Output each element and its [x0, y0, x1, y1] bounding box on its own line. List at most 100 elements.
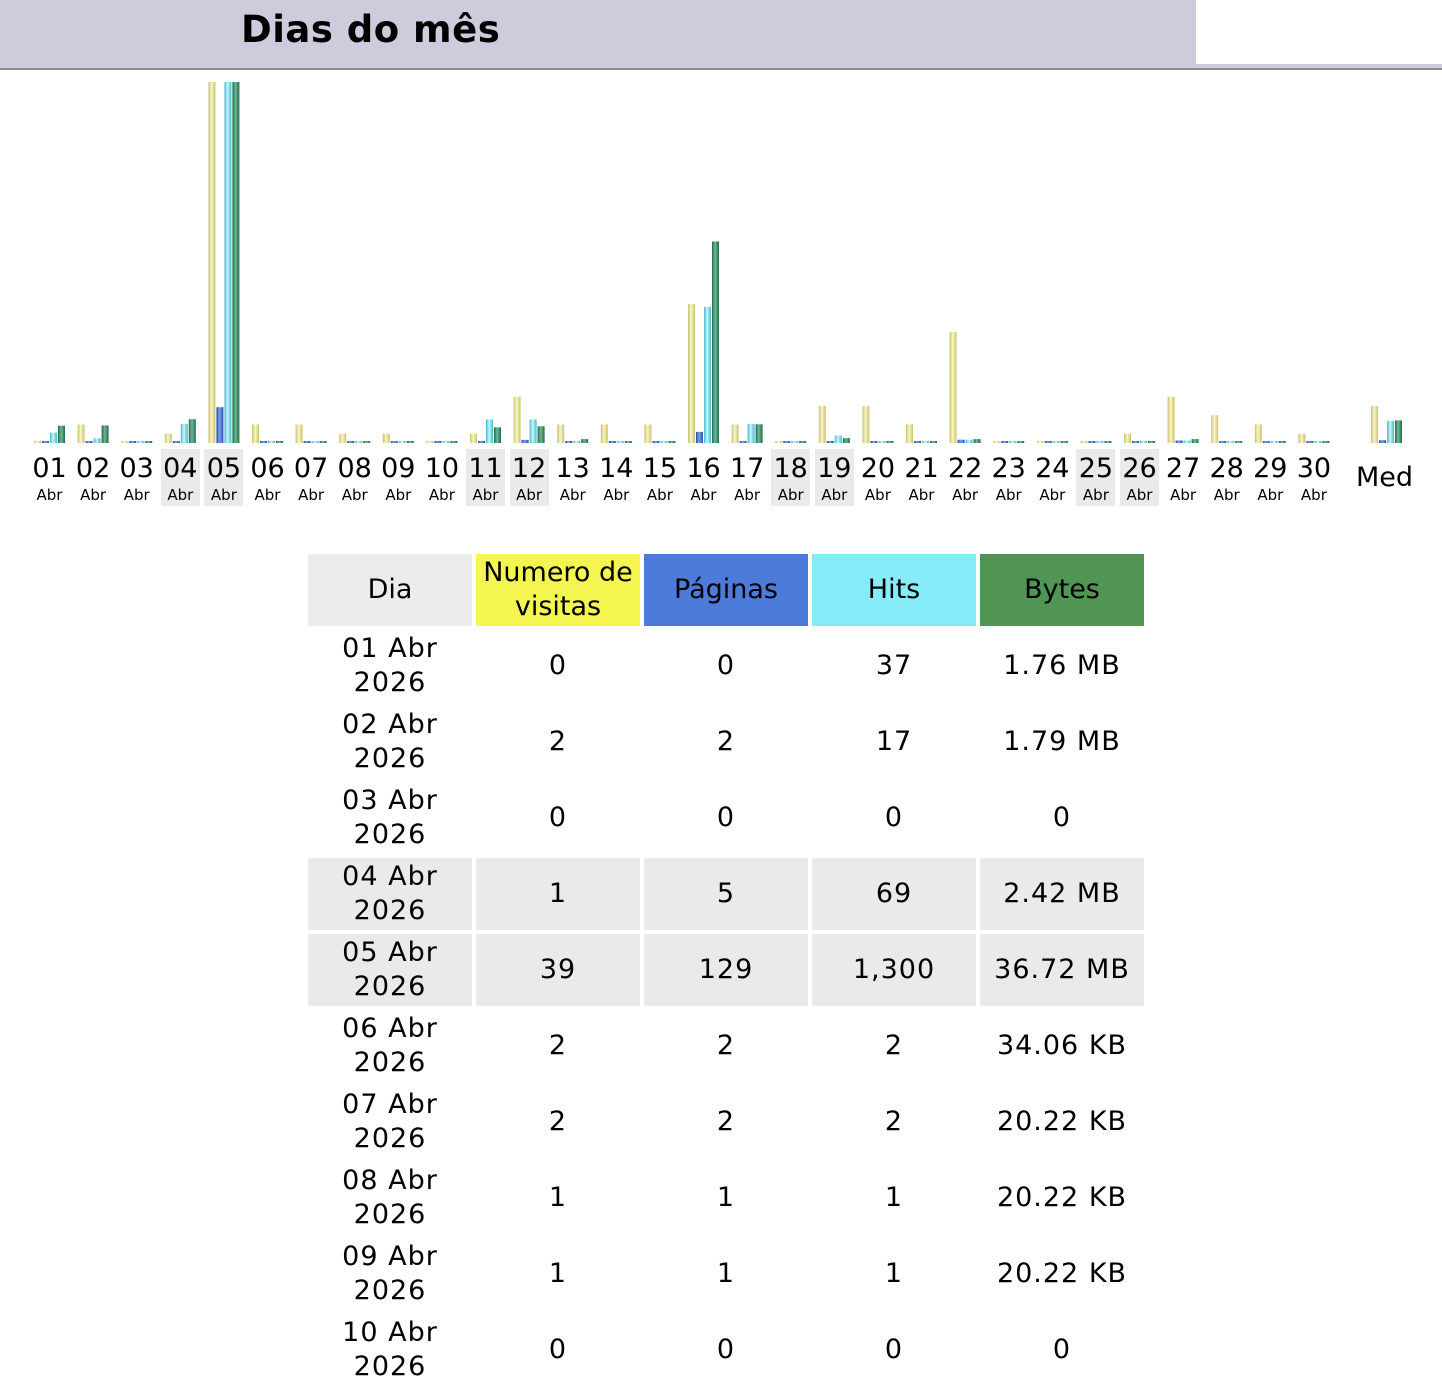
cell-day: 02 Abr 2026	[342, 709, 438, 774]
day-label-19: 19 Abr	[814, 449, 854, 506]
bar-pages-25	[1088, 441, 1096, 443]
bar-pages-23	[1001, 441, 1009, 443]
bar-pages-16	[696, 431, 703, 443]
cell-hits: 17	[875, 726, 913, 757]
bar-hits-27	[1183, 440, 1191, 443]
bar-visits-05	[208, 82, 216, 443]
bar-bytes-17	[755, 424, 763, 443]
table-row: 03 Abr 2026 0 0 0 0	[308, 782, 1144, 854]
day-label-number: 06	[250, 453, 285, 484]
bar-pages-24	[1044, 441, 1052, 443]
bar-bytes-02	[101, 425, 109, 443]
bar-visits-09	[382, 433, 390, 443]
cell-day: 01 Abr 2026	[342, 633, 438, 698]
average-label: Med	[1356, 462, 1414, 493]
cell-hits: 1	[884, 1182, 904, 1213]
bar-visits-01	[34, 441, 41, 443]
bar-bytes-30	[1322, 441, 1330, 443]
bar-bytes-22	[973, 439, 981, 443]
day-label-number: 25	[1078, 453, 1114, 484]
bar-hits-29	[1270, 441, 1278, 443]
bar-hits-11	[486, 419, 493, 443]
day-label-number: 13	[555, 453, 590, 484]
cell-day: 10 Abr 2026	[342, 1317, 438, 1382]
bar-hits-05	[224, 82, 232, 443]
table-row: 01 Abr 2026 0 0 37 1.76 MB	[308, 630, 1144, 702]
bar-bytes-21	[930, 441, 937, 443]
day-label-30: 30 Abr	[1294, 449, 1333, 506]
bar-bytes-13	[581, 439, 589, 443]
day-label-number: 17	[729, 453, 765, 484]
bar-bytes-11	[494, 427, 501, 443]
day-label-month: Abr	[952, 486, 979, 504]
bar-pages-01	[42, 441, 49, 443]
bar-pages-27	[1175, 440, 1183, 443]
day-label-month: Abr	[1039, 486, 1066, 504]
day-label-month: Abr	[1170, 486, 1197, 504]
day-label-25: 25 Abr	[1076, 449, 1116, 506]
bar-pages-20	[870, 441, 878, 443]
bar-bytes-12	[537, 426, 545, 443]
bar-hits-22	[965, 439, 973, 443]
bar-bytes-03	[145, 441, 153, 443]
bar-bytes-06	[276, 441, 283, 443]
bar-bytes-26	[1148, 441, 1155, 443]
bar-hits-09	[398, 441, 406, 443]
cell-day: 09 Abr 2026	[342, 1241, 438, 1306]
day-label-number: 27	[1165, 453, 1201, 484]
day-label-number: 20	[860, 453, 896, 484]
cell-visits: 2	[548, 1030, 568, 1061]
chart-bars	[34, 82, 1402, 443]
bar-visits-22	[949, 331, 957, 443]
cell-day: 07 Abr 2026	[342, 1089, 438, 1154]
day-label-month: Abr	[908, 486, 935, 504]
bar-hits-Med	[1387, 420, 1394, 443]
bar-pages-07	[303, 441, 311, 443]
cell-visits: 2	[548, 1106, 568, 1137]
bar-bytes-29	[1278, 441, 1286, 443]
day-label-number: 21	[904, 453, 939, 484]
bar-pages-08	[347, 441, 355, 443]
cell-bytes: 1.79 MB	[1003, 726, 1121, 757]
daily-bar-chart	[34, 82, 1402, 443]
bar-visits-16	[688, 304, 695, 443]
bar-visits-Med	[1371, 406, 1378, 443]
bar-pages-26	[1132, 441, 1139, 443]
cell-day: 05 Abr 2026	[308, 934, 472, 1006]
day-label-number: 22	[947, 453, 983, 484]
bar-visits-21	[906, 424, 913, 443]
bar-bytes-16	[712, 241, 719, 443]
bar-hits-07	[311, 441, 319, 443]
table-row: 05 Abr 2026 39 129 1,300 36.72 MB	[308, 934, 1144, 1006]
day-label-month: Abr	[559, 486, 586, 504]
day-label-month: Abr	[254, 486, 281, 504]
bar-pages-30	[1306, 441, 1314, 443]
day-label-month: Abr	[821, 486, 848, 504]
day-label-11: 11 Abr	[466, 449, 505, 506]
day-label-month: Abr	[1257, 486, 1284, 504]
bar-visits-26	[1124, 433, 1131, 443]
bar-visits-27	[1167, 396, 1175, 443]
bar-hits-19	[834, 435, 842, 443]
bar-visits-29	[1254, 424, 1262, 443]
bar-bytes-24	[1060, 441, 1068, 443]
table-header-row: Dia Numero de visitas Páginas Hits Bytes	[308, 554, 1144, 626]
day-label-month: Abr	[734, 486, 761, 504]
day-label-15: 15 Abr	[640, 449, 679, 506]
cell-bytes: 1.76 MB	[1003, 650, 1121, 681]
cell-visits: 0	[548, 650, 568, 681]
day-label-month: Abr	[385, 486, 412, 504]
bar-pages-15	[652, 441, 660, 443]
bar-visits-14	[600, 424, 608, 443]
bar-pages-06	[260, 441, 267, 443]
column-header-visits: Numero de visitas	[476, 554, 640, 626]
day-label-number: 09	[381, 453, 416, 484]
day-label-month: Abr	[428, 486, 455, 504]
day-label-02: 02 Abr	[74, 449, 113, 506]
bar-pages-19	[826, 441, 834, 443]
day-label-13: 13 Abr	[553, 449, 592, 506]
bar-hits-15	[660, 441, 668, 443]
bar-hits-18	[791, 441, 799, 443]
cell-bytes: 2.42 MB	[980, 858, 1144, 930]
table-row: 02 Abr 2026 2 2 17 1.79 MB	[308, 706, 1144, 778]
